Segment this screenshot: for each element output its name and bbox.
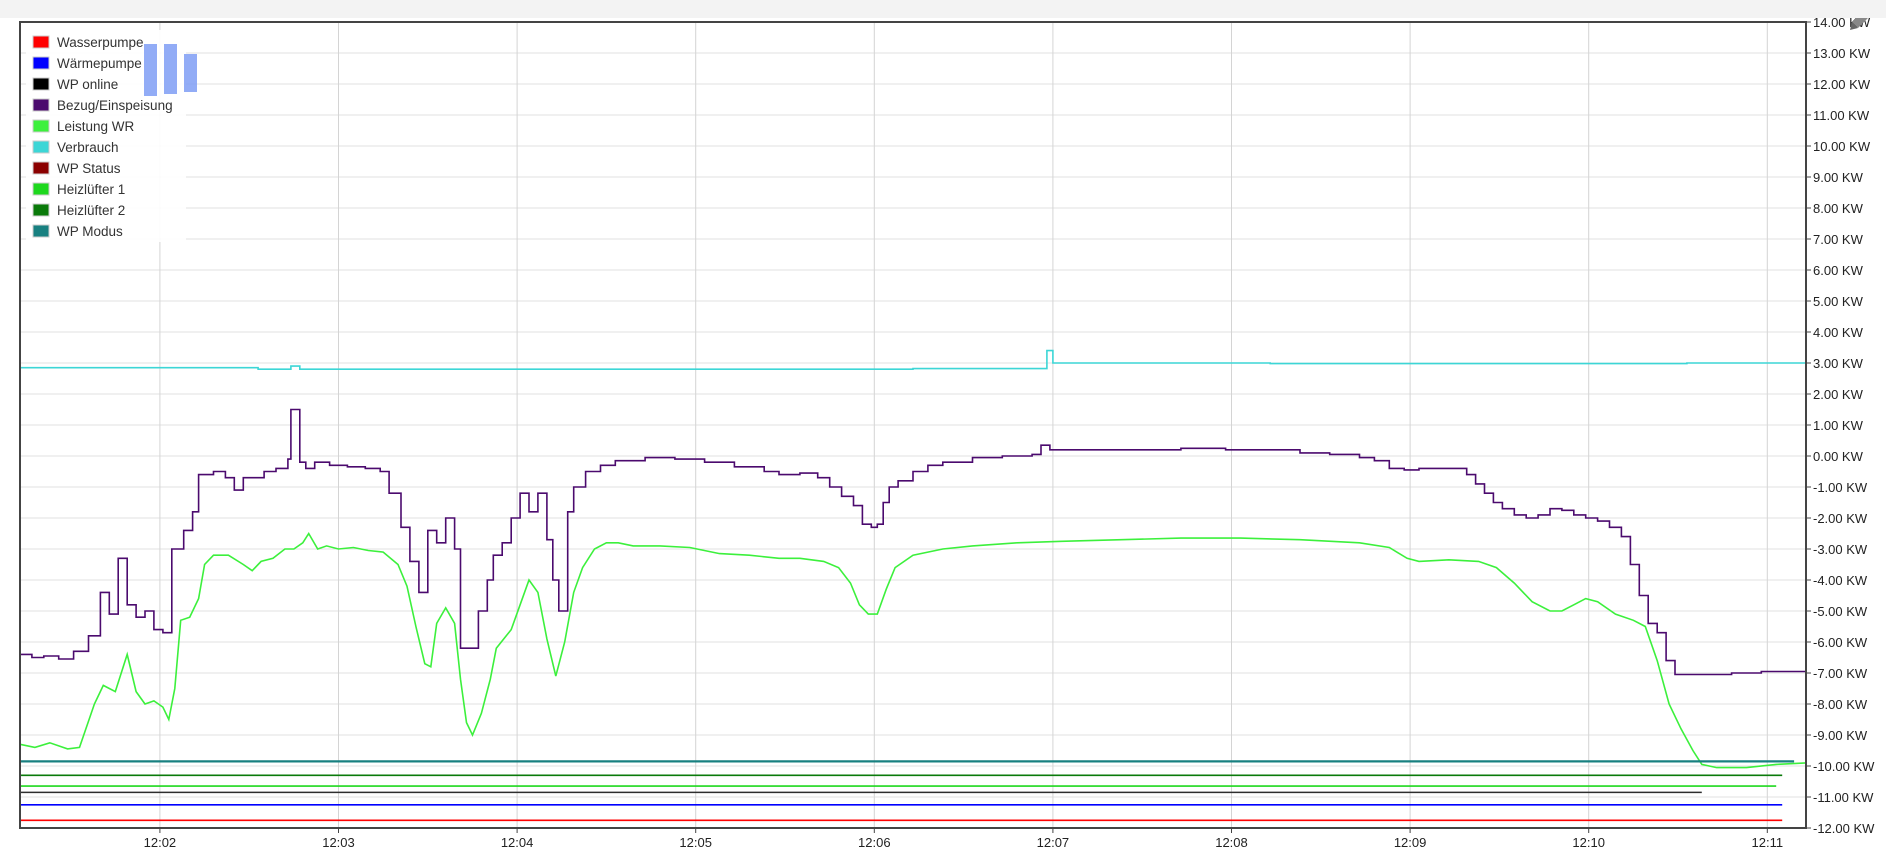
y-tick-label: 0.00 KW [1813, 449, 1864, 464]
legend-swatch [32, 119, 50, 133]
y-tick-label: -8.00 KW [1813, 697, 1868, 712]
x-tick-label: 12:07 [1037, 835, 1070, 850]
y-tick-label: -7.00 KW [1813, 666, 1868, 681]
chart-stage: 14.00 KW 13.00 KW 12.00 KW 11.00 KW 10.00 KW… [0, 0, 1886, 858]
grid [20, 21, 1806, 829]
legend-swatch [32, 182, 50, 196]
y-tick-label: 12.00 KW [1813, 77, 1871, 92]
legend-label: Wasserpumpe [57, 35, 144, 50]
y-tick-label: 5.00 KW [1813, 294, 1864, 309]
y-tick-label: 9.00 KW [1813, 170, 1864, 185]
y-tick-label: 6.00 KW [1813, 263, 1864, 278]
x-tick-label: 12:10 [1572, 835, 1605, 850]
legend-swatch [32, 224, 50, 238]
y-tick-label: -1.00 KW [1813, 480, 1868, 495]
x-tick-label: 12:06 [858, 835, 891, 850]
y-axis: 14.00 KW13.00 KW12.00 KW11.00 KW10.00 KW… [1806, 15, 1875, 836]
series-line-verbrauch [20, 349, 1807, 370]
legend-label: WP Status [57, 161, 121, 176]
legend-label: Leistung WR [57, 119, 135, 134]
legend-label: Bezug/Einspeisung [57, 98, 173, 113]
y-tick-label: 8.00 KW [1813, 201, 1864, 216]
series-line-bezug-einspeisung [20, 408, 1807, 676]
legend-swatch [32, 56, 50, 70]
x-axis: 12:02 12:03 12:04 12:05 12:06 12:07 12:08 12:09… [144, 828, 1783, 850]
chart-bars-icon[interactable] [144, 44, 197, 96]
y-tick-label: -5.00 KW [1813, 604, 1868, 619]
y-tick-label: 1.00 KW [1813, 418, 1864, 433]
x-tick-label: 12:02 [144, 835, 177, 850]
series-line-leistung-wr [19, 531, 1807, 769]
y-tick-label: -11.00 KW [1813, 790, 1874, 805]
y-tick-label: 11.00 KW [1813, 108, 1870, 123]
y-tick-label: -2.00 KW [1813, 511, 1868, 526]
line-chart: 14.00 KW13.00 KW12.00 KW11.00 KW10.00 KW… [19, 6, 1875, 850]
legend-item-wp-online[interactable]: WP online [32, 77, 118, 92]
y-tick-label: -9.00 KW [1813, 728, 1868, 743]
y-tick-label: 10.00 KW [1813, 139, 1871, 154]
y-tick-label: -4.00 KW [1813, 573, 1868, 588]
legend-swatch [32, 98, 50, 112]
legend[interactable]: Wasserpumpe Wärmepumpe WP online Bezug/Eins… [26, 30, 186, 242]
legend-item-verbrauch[interactable]: Verbrauch [32, 140, 119, 155]
x-tick-label: 12:08 [1215, 835, 1248, 850]
x-tick-label: 12:04 [501, 835, 534, 850]
legend-label: WP online [57, 77, 118, 92]
legend-item-wp-status[interactable]: WP Status [32, 161, 121, 176]
y-tick-label: -12.00 KW [1813, 821, 1875, 836]
y-tick-label: -3.00 KW [1813, 542, 1868, 557]
y-tick-label: 7.00 KW [1813, 232, 1864, 247]
legend-item-w-rmepumpe[interactable]: Wärmepumpe [32, 56, 142, 71]
x-tick-label: 12:09 [1394, 835, 1427, 850]
y-tick-label: 2.00 KW [1813, 387, 1864, 402]
x-tick-label: 12:03 [322, 835, 355, 850]
x-tick-label: 12:05 [679, 835, 712, 850]
y-tick-label: -10.00 KW [1813, 759, 1875, 774]
legend-swatch [32, 77, 50, 91]
x-tick-label: 12:11 [1752, 835, 1784, 850]
y-tick-label: 3.00 KW [1813, 356, 1864, 371]
legend-swatch [32, 35, 50, 49]
legend-swatch [32, 140, 50, 154]
legend-item-wp-modus[interactable]: WP Modus [32, 224, 123, 239]
legend-item-heizl-fter-2[interactable]: Heizlüfter 2 [32, 203, 125, 218]
legend-label: Heizlüfter 1 [57, 182, 125, 197]
legend-item-heizl-fter-1[interactable]: Heizlüfter 1 [32, 182, 125, 197]
series-layer [19, 349, 1807, 822]
legend-label: Heizlüfter 2 [57, 203, 125, 218]
legend-label: Wärmepumpe [57, 56, 142, 71]
legend-swatch [32, 161, 50, 175]
y-tick-label: 4.00 KW [1813, 325, 1864, 340]
top-toolbar-strip [0, 0, 1886, 18]
y-tick-label: 13.00 KW [1813, 46, 1871, 61]
legend-item-leistung-wr[interactable]: Leistung WR [32, 119, 135, 134]
legend-label: WP Modus [57, 224, 123, 239]
y-tick-label: -6.00 KW [1813, 635, 1868, 650]
legend-label: Verbrauch [57, 140, 119, 155]
legend-swatch [32, 203, 50, 217]
